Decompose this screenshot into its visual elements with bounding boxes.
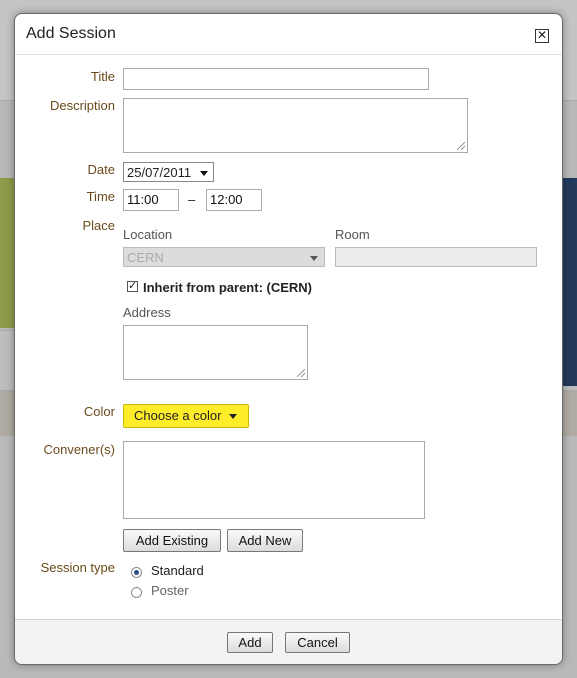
session-type-label: Session type bbox=[40, 560, 115, 575]
room-input bbox=[335, 247, 537, 267]
radio-standard[interactable] bbox=[131, 567, 142, 578]
address-label: Address bbox=[123, 305, 171, 320]
time-label: Time bbox=[86, 189, 115, 204]
dialog-titlebar: Add Session ✕ bbox=[15, 14, 562, 55]
background-olive-block bbox=[0, 178, 14, 328]
add-button[interactable]: Add bbox=[227, 632, 273, 653]
resize-grip-icon[interactable] bbox=[297, 369, 305, 377]
close-icon[interactable]: ✕ bbox=[535, 29, 549, 43]
time-separator: – bbox=[188, 192, 196, 207]
date-select[interactable]: 25/07/2011 bbox=[123, 162, 214, 182]
radio-standard-label: Standard bbox=[151, 563, 204, 578]
location-label: Location bbox=[123, 227, 173, 242]
caret-down-icon bbox=[229, 414, 238, 420]
add-existing-button[interactable]: Add Existing bbox=[123, 529, 221, 552]
add-session-dialog: Add Session ✕ Title Description Date 25/… bbox=[14, 13, 563, 665]
address-textarea[interactable] bbox=[123, 325, 308, 380]
dialog-footer: Add Cancel bbox=[15, 619, 562, 664]
choose-color-button[interactable]: Choose a color bbox=[123, 404, 249, 428]
radio-poster[interactable] bbox=[131, 587, 142, 598]
dialog-title: Add Session bbox=[26, 25, 116, 42]
chevron-down-icon bbox=[310, 256, 318, 261]
title-label: Title bbox=[90, 69, 115, 84]
place-label: Place bbox=[82, 218, 115, 233]
resize-grip-icon[interactable] bbox=[457, 142, 465, 150]
time-end-input[interactable]: 12:00 bbox=[206, 189, 262, 211]
time-start-input[interactable]: 11:00 bbox=[123, 189, 179, 211]
conveners-list[interactable] bbox=[123, 441, 425, 519]
inherit-checkbox[interactable]: ✓ bbox=[127, 281, 138, 292]
description-textarea[interactable] bbox=[123, 98, 468, 153]
location-value: CERN bbox=[127, 250, 164, 265]
choose-color-label: Choose a color bbox=[134, 408, 222, 423]
room-label: Room bbox=[335, 227, 370, 242]
date-value: 25/07/2011 bbox=[127, 165, 192, 180]
color-label: Color bbox=[83, 404, 115, 419]
radio-poster-label: Poster bbox=[151, 583, 189, 598]
add-new-button[interactable]: Add New bbox=[227, 529, 303, 552]
cancel-button[interactable]: Cancel bbox=[285, 632, 350, 653]
chevron-down-icon bbox=[200, 171, 208, 176]
inherit-label: Inherit from parent: (CERN) bbox=[143, 280, 312, 295]
title-input[interactable] bbox=[123, 68, 429, 90]
location-select: CERN bbox=[123, 247, 325, 267]
description-label: Description bbox=[49, 98, 115, 113]
conveners-label: Convener(s) bbox=[43, 442, 115, 457]
date-label: Date bbox=[87, 162, 115, 177]
